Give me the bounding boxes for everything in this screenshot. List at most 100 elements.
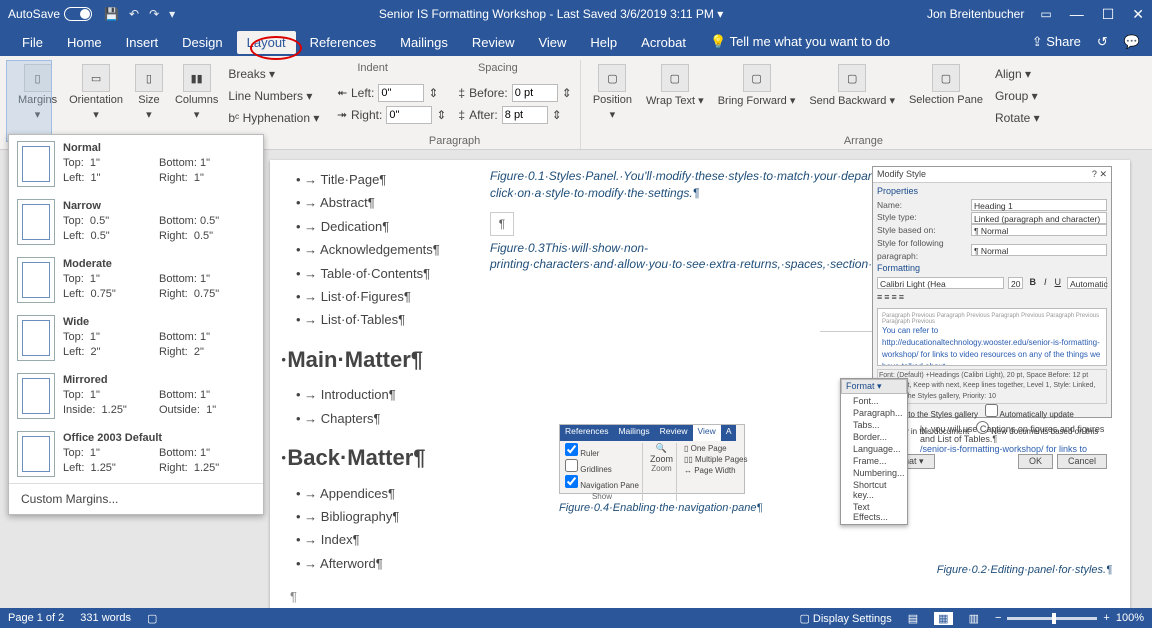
ribbon-display-icon[interactable]: ▭ [1040,7,1051,21]
autosave-toggle[interactable] [64,7,92,21]
margins-option-wide[interactable]: WideTop: 1"Left: 2"Bottom: 1"Right: 2" [9,309,263,367]
style-preview: Paragraph Previous Paragraph Previous Pa… [877,308,1107,366]
tab-view[interactable]: View [528,31,576,54]
zoom-level[interactable]: 100% [1116,612,1144,624]
italic-button[interactable]: I [1042,276,1049,290]
align-center-icon[interactable]: ≡ [884,291,889,305]
undo-icon[interactable]: ↶ [129,7,139,21]
autosave-label: AutoSave [8,7,60,21]
font-select[interactable]: Calibri Light (Hea [877,277,1004,289]
dialog-close-icon[interactable]: ✕ [1099,169,1107,179]
page-indicator[interactable]: Page 1 of 2 [8,612,64,624]
tellme[interactable]: 💡 Tell me what you want to do [700,30,900,54]
tab-review[interactable]: Review [462,31,525,54]
display-settings[interactable]: ▢ Display Settings [799,612,891,625]
word-count[interactable]: 331 words [80,612,131,624]
dialog-help-icon[interactable]: ? [1092,169,1097,179]
margins-option-narrow[interactable]: NarrowTop: 0.5"Left: 0.5"Bottom: 0.5"Rig… [9,193,263,251]
selectionpane-button[interactable]: ▢Selection Pane [905,62,987,126]
readmode-icon[interactable]: ▤ [908,612,918,625]
format-menu-item[interactable]: Numbering... [847,467,901,479]
format-menu-item[interactable]: Tabs... [847,419,901,431]
zoom-out-icon[interactable]: − [995,612,1001,624]
align-left-icon[interactable]: ≡ [877,291,882,305]
sendbackward-button[interactable]: ▢Send Backward ▾ [805,62,899,126]
margins-option-moderate[interactable]: ModerateTop: 1"Left: 0.75"Bottom: 1"Righ… [9,251,263,309]
wraptext-button[interactable]: ▢Wrap Text ▾ [642,62,708,126]
style-follow-select[interactable]: ¶ Normal [971,244,1107,256]
linenumbers-button[interactable]: Line Numbers ▾ [226,88,321,104]
format-menu-item[interactable]: Frame... [847,455,901,467]
history-icon[interactable]: ↺ [1097,34,1108,50]
qat-dropdown-icon[interactable]: ▾ [169,7,175,21]
tab-home[interactable]: Home [57,31,112,54]
align-button[interactable]: Align ▾ [993,66,1042,82]
align-right-icon[interactable]: ≡ [892,291,897,305]
align-justify-icon[interactable]: ≡ [899,291,904,305]
group-button[interactable]: Group ▾ [993,88,1042,104]
autosave[interactable]: AutoSave [8,7,92,21]
indent-left-input[interactable] [378,84,424,102]
tab-insert[interactable]: Insert [116,31,169,54]
quick-access-toolbar: 💾 ↶ ↷ ▾ [104,7,175,21]
format-menu-header[interactable]: Format ▾ [841,379,907,394]
user-name[interactable]: Jon Breitenbucher [927,7,1024,21]
modify-style-dialog: Modify Style? ✕ Properties Name:Heading … [872,166,1112,418]
size-button[interactable]: ▯Size▾ [131,62,167,126]
list-item: • → Abstract¶ [290,191,470,214]
tab-help[interactable]: Help [580,31,627,54]
ok-button[interactable]: OK [1018,454,1053,469]
close-icon[interactable]: ✕ [1132,6,1144,23]
cancel-button[interactable]: Cancel [1057,454,1107,469]
printlayout-icon[interactable]: ▦ [934,612,952,625]
style-based-select[interactable]: ¶ Normal [971,224,1107,236]
margins-option-normal[interactable]: NormalTop: 1"Left: 1"Bottom: 1"Right: 1" [9,135,263,193]
custom-margins-item[interactable]: Custom Margins... [9,483,263,514]
style-name-input[interactable]: Heading 1 [971,199,1107,211]
doc-outline: • → Title·Page¶• → Abstract¶• → Dedicati… [290,168,470,608]
columns-button[interactable]: ▮▮Columns▾ [171,62,222,126]
pilcrow-icon[interactable]: ¶ [490,212,514,236]
bold-button[interactable]: B [1027,276,1038,290]
fontsize-select[interactable]: 20 [1008,277,1023,289]
save-icon[interactable]: 💾 [104,7,119,21]
position-button[interactable]: ▢Position▾ [589,62,636,126]
doc-body-fragment: ly, you will use Captions on figures and… [920,424,1120,454]
format-menu-item[interactable]: Language... [847,443,901,455]
zoom-slider[interactable]: − + 100% [995,612,1144,624]
arrange-label: Arrange [589,135,1138,147]
rotate-button[interactable]: Rotate ▾ [993,110,1042,126]
tab-file[interactable]: File [12,31,53,54]
format-menu-item[interactable]: Paragraph... [847,407,901,419]
format-menu-item[interactable]: Font... [847,395,901,407]
comments-icon[interactable]: 💬 [1124,34,1140,50]
zoom-in-icon[interactable]: + [1103,612,1109,624]
list-item: • → Chapters¶ [290,407,470,430]
spellcheck-icon[interactable]: ▢ [147,612,157,625]
maximize-icon[interactable]: ☐ [1102,6,1115,23]
margins-option-mirrored[interactable]: MirroredTop: 1"Inside: 1.25"Bottom: 1"Ou… [9,367,263,425]
breaks-button[interactable]: Breaks ▾ [226,66,321,82]
tab-acrobat[interactable]: Acrobat [631,31,696,54]
format-menu-item[interactable]: Shortcut key... [847,479,901,501]
margins-option-office-2003-default[interactable]: Office 2003 DefaultTop: 1"Left: 1.25"Bot… [9,425,263,483]
style-type-select[interactable]: Linked (paragraph and character) [971,212,1107,224]
bringforward-button[interactable]: ▢Bring Forward ▾ [714,62,800,126]
auto-update-checkbox[interactable] [985,404,998,417]
weblayout-icon[interactable]: ▥ [969,612,979,625]
share-button[interactable]: ⇪ Share [1032,34,1081,50]
format-menu-item[interactable]: Text Effects... [847,501,901,523]
minimize-icon[interactable]: — [1070,6,1084,23]
hyphenation-button[interactable]: bᶜ Hyphenation ▾ [226,110,321,126]
spacing-before-input[interactable] [512,84,558,102]
tab-design[interactable]: Design [172,31,232,54]
indent-right-input[interactable] [386,106,432,124]
tab-references[interactable]: References [300,31,386,54]
tab-layout[interactable]: Layout [237,31,296,54]
tab-mailings[interactable]: Mailings [390,31,458,54]
redo-icon[interactable]: ↷ [149,7,159,21]
orientation-button[interactable]: ▭Orientation▾ [65,62,127,126]
spacing-after-input[interactable] [502,106,548,124]
format-menu-item[interactable]: Border... [847,431,901,443]
underline-button[interactable]: U [1053,276,1064,290]
